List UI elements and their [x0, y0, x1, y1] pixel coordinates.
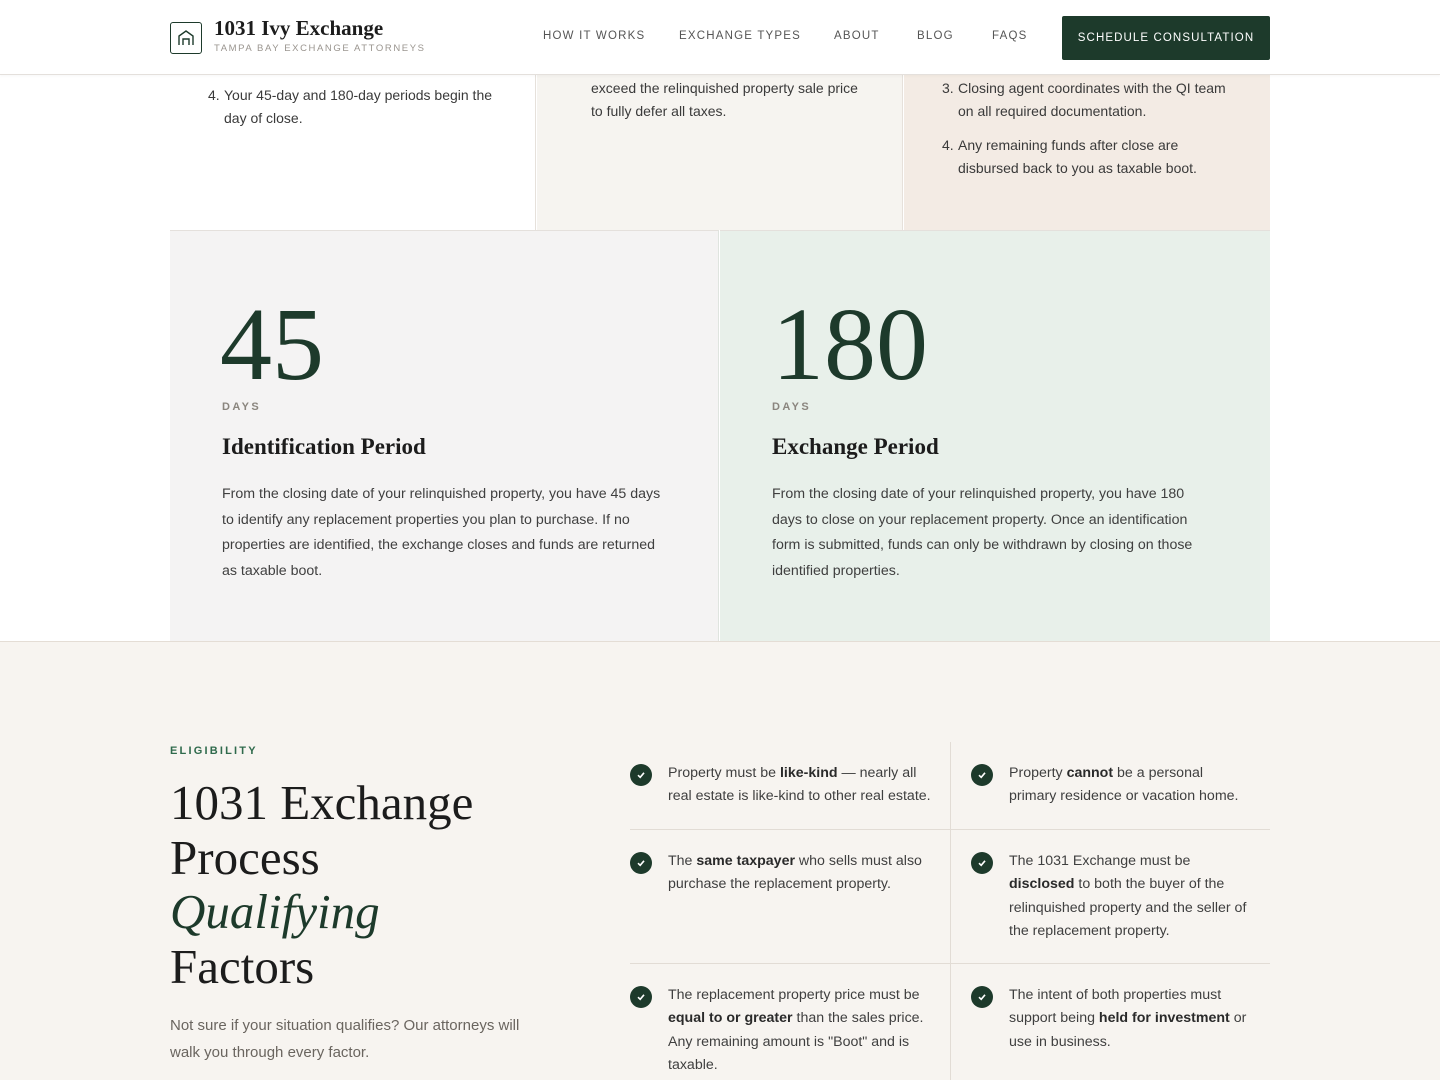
- qualifying-factor: Property must be like-kind — nearly all …: [668, 765, 931, 805]
- site-header: 1031 Ivy Exchange TAMPA BAY EXCHANGE ATT…: [0, 0, 1440, 75]
- period-title: Identification Period: [222, 434, 426, 459]
- period-title: Exchange Period: [772, 434, 939, 459]
- list-item: 4. Your 45-day and 180-day periods begin…: [208, 87, 493, 126]
- period-unit: DAYS: [772, 401, 812, 413]
- qualifying-factor: The replacement property price must be e…: [668, 987, 924, 1073]
- check-icon: [630, 852, 652, 874]
- section-eyebrow: ELIGIBILITY: [170, 745, 258, 757]
- qualifying-factor: The same taxpayer who sells must also pu…: [668, 853, 922, 893]
- nav-exchange-types[interactable]: EXCHANGE TYPES: [679, 30, 801, 42]
- list-item: exceed the relinquished property sale pr…: [591, 80, 858, 119]
- grid-divider: [630, 963, 1270, 964]
- check-icon: [971, 852, 993, 874]
- step-card-1: 4. Your 45-day and 180-day periods begin…: [170, 75, 536, 230]
- grid-divider: [630, 829, 1270, 830]
- qualifying-factor: The intent of both properties must suppo…: [1009, 987, 1247, 1050]
- list-item: 3. Closing agent coordinates with the QI…: [942, 80, 1226, 119]
- period-description: From the closing date of your relinquish…: [772, 486, 1193, 579]
- period-description: From the closing date of your relinquish…: [222, 486, 661, 579]
- check-icon: [971, 986, 993, 1008]
- section-lead: Not sure if your situation qualifies? Ou…: [170, 1017, 520, 1061]
- check-icon: [971, 764, 993, 786]
- grid-divider: [950, 742, 951, 1080]
- section-heading: 1031 Exchange Process Qualifying Factors: [170, 775, 474, 994]
- nav-faqs[interactable]: FAQS: [992, 30, 1027, 42]
- period-number: 45: [220, 287, 324, 402]
- qualifying-factor: Property cannot be a personal primary re…: [1009, 765, 1239, 805]
- schedule-consultation-button[interactable]: SCHEDULE CONSULTATION: [1062, 16, 1270, 60]
- brand-tagline: TAMPA BAY EXCHANGE ATTORNEYS: [214, 43, 426, 54]
- qualifying-factor: The 1031 Exchange must be disclosed to b…: [1009, 853, 1247, 939]
- nav-how-it-works[interactable]: HOW IT WORKS: [543, 30, 645, 42]
- brand-name[interactable]: 1031 Ivy Exchange: [214, 16, 383, 41]
- list-item: 4. Any remaining funds after close are d…: [942, 137, 1197, 176]
- step-card-2: exceed the relinquished property sale pr…: [537, 75, 903, 230]
- check-icon: [630, 986, 652, 1008]
- nav-blog[interactable]: BLOG: [917, 30, 954, 42]
- check-icon: [630, 764, 652, 786]
- nav-about[interactable]: ABOUT: [834, 30, 880, 42]
- step-card-3: 3. Closing agent coordinates with the QI…: [904, 75, 1270, 230]
- period-unit: DAYS: [222, 401, 262, 413]
- period-number: 180: [772, 287, 928, 402]
- home-logo-icon[interactable]: [170, 22, 202, 54]
